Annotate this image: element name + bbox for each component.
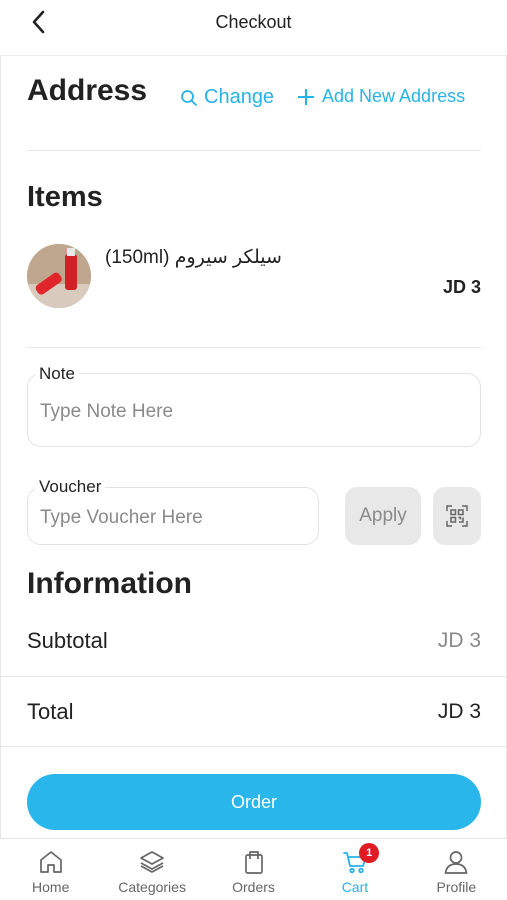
nav-label-home: Home (32, 879, 70, 895)
product-image (27, 244, 91, 308)
apply-voucher-button[interactable]: Apply (345, 487, 421, 545)
subtotal-label: Subtotal (27, 628, 108, 653)
search-icon (181, 89, 197, 106)
add-new-address-button[interactable]: Add New Address (296, 86, 465, 107)
home-icon (39, 851, 62, 873)
bottom-navigation: Home Categories Orders 1 Cart Profile (0, 838, 507, 900)
note-field[interactable] (27, 373, 481, 447)
nav-item-cart[interactable]: 1 Cart (304, 839, 405, 900)
bag-icon (244, 851, 263, 874)
total-value: JD 3 (437, 700, 481, 723)
information-heading: Information (27, 567, 192, 600)
divider (27, 347, 481, 348)
subtotal-value: JD 3 (437, 629, 481, 652)
add-address-label: Add New Address (322, 86, 466, 106)
divider (0, 746, 507, 747)
product-thumbnail[interactable] (27, 244, 91, 308)
address-heading: Address (27, 74, 148, 107)
user-icon (444, 851, 468, 874)
total-label: Total (27, 699, 74, 724)
voucher-input[interactable] (40, 502, 310, 534)
nav-label-profile: Profile (436, 879, 477, 895)
voucher-label: Voucher (35, 477, 106, 497)
left-edge-line (0, 56, 1, 846)
nav-label-cart: Cart (341, 879, 369, 895)
item-price: JD 3 (442, 277, 481, 297)
qr-code-icon (446, 505, 468, 527)
nav-item-categories[interactable]: Categories (101, 839, 202, 900)
nav-item-home[interactable]: Home (0, 839, 101, 900)
nav-label-categories: Categories (118, 879, 186, 895)
order-button[interactable]: Order (27, 774, 481, 830)
page-title: Checkout (215, 12, 292, 32)
header-bar: Checkout (0, 0, 507, 56)
note-input[interactable] (40, 396, 460, 428)
cart-badge: 1 (359, 843, 380, 863)
item-name: (150ml) سيلكر سيروم (105, 247, 282, 268)
divider (27, 150, 481, 151)
scan-qr-button[interactable] (433, 487, 481, 545)
nav-label-orders: Orders (232, 879, 275, 895)
nav-item-orders[interactable]: Orders (203, 839, 304, 900)
items-heading: Items (27, 181, 103, 213)
change-label: Change (204, 86, 275, 108)
plus-icon (298, 88, 314, 105)
note-label: Note (35, 364, 79, 384)
divider (0, 676, 507, 677)
change-address-button[interactable]: Change (180, 86, 274, 109)
nav-item-profile[interactable]: Profile (406, 839, 507, 900)
layers-icon (140, 851, 164, 873)
